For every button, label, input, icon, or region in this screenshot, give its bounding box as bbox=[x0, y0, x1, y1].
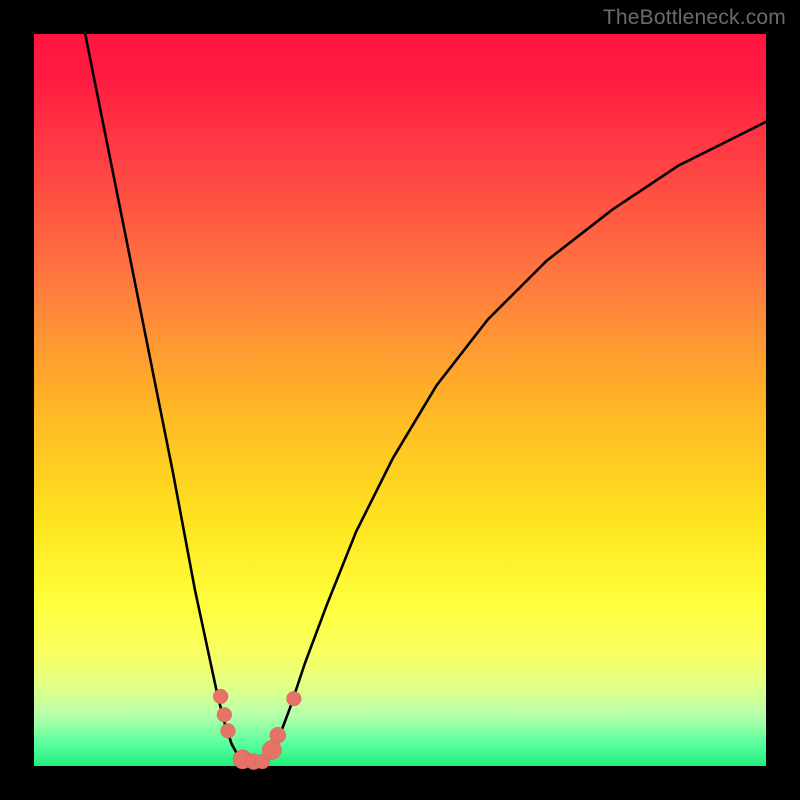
watermark-text: TheBottleneck.com bbox=[603, 6, 786, 30]
marker-dot bbox=[217, 707, 232, 722]
marker-dot bbox=[270, 727, 286, 743]
marker-dot bbox=[213, 689, 228, 704]
plot-area bbox=[34, 34, 766, 766]
marker-group bbox=[213, 689, 301, 770]
marker-dot bbox=[287, 691, 302, 706]
curve-right bbox=[265, 122, 766, 765]
curve-layer bbox=[34, 34, 766, 766]
marker-dot bbox=[221, 724, 236, 739]
curve-left bbox=[85, 34, 245, 765]
chart-frame: TheBottleneck.com bbox=[0, 0, 800, 800]
